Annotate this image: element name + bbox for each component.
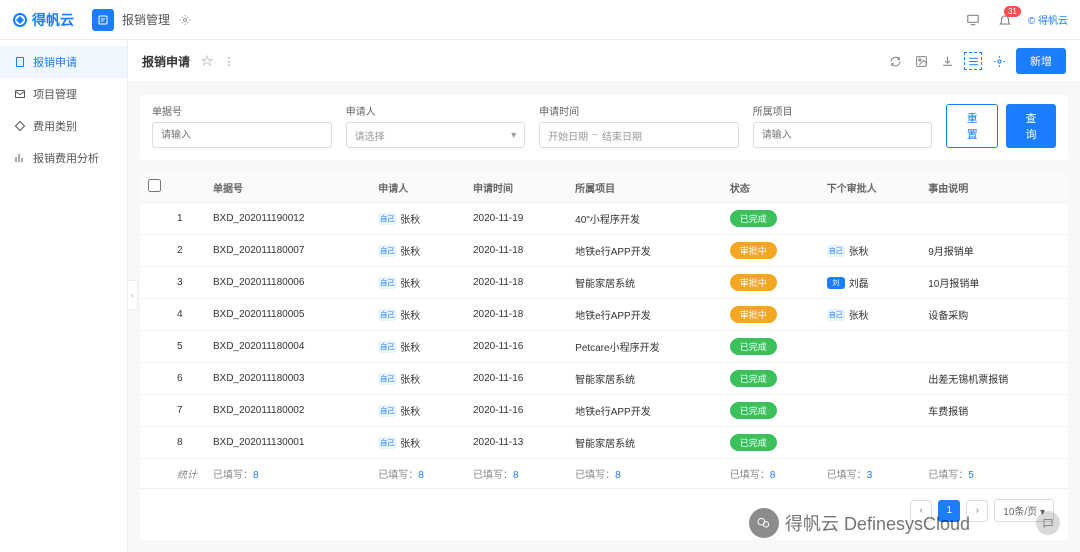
- monitor-icon[interactable]: [964, 11, 982, 29]
- select-all-checkbox[interactable]: [148, 179, 161, 192]
- chat-icon: [1036, 511, 1060, 535]
- refresh-icon[interactable]: [886, 52, 904, 70]
- col-approver[interactable]: 下个审批人: [819, 172, 921, 203]
- table-row[interactable]: 5BXD_202011180004自己 张秋2020-11-16Petcare小…: [140, 331, 1068, 363]
- sidebar: 报销申请 项目管理 费用类别 报销费用分析: [0, 40, 128, 552]
- table-row[interactable]: 4BXD_202011180005自己 张秋2020-11-18地铁e行APP开…: [140, 299, 1068, 331]
- brand-logo[interactable]: 得帆云: [12, 10, 74, 30]
- project-input[interactable]: [753, 122, 933, 148]
- sidebar-item-label: 项目管理: [33, 86, 77, 102]
- app-icon[interactable]: [92, 9, 114, 31]
- table-row[interactable]: 7BXD_202011180002自己 张秋2020-11-16地铁e行APP开…: [140, 395, 1068, 427]
- mail-icon: [14, 88, 27, 101]
- col-project[interactable]: 所属项目: [567, 172, 722, 203]
- new-button[interactable]: 新增: [1016, 48, 1066, 74]
- page-header: 报销申请 ⋮ 新增: [128, 40, 1080, 83]
- gear-icon[interactable]: [176, 11, 194, 29]
- sidebar-item-label: 报销费用分析: [33, 150, 99, 166]
- brand-name: 得帆云: [32, 10, 74, 30]
- sidebar-item-label: 报销申请: [33, 54, 77, 70]
- image-icon[interactable]: [912, 52, 930, 70]
- sidebar-item-analysis[interactable]: 报销费用分析: [0, 142, 127, 174]
- tag-icon: [14, 120, 27, 133]
- chart-icon: [14, 152, 27, 165]
- notif-badge: 31: [1004, 6, 1021, 17]
- file-icon: [14, 56, 27, 69]
- list-view-icon[interactable]: [964, 52, 982, 70]
- watermark: 得帆云 DefinesysCloud: [749, 508, 1060, 538]
- select-placeholder: 请选择: [355, 128, 385, 143]
- search-button[interactable]: 查询: [1006, 104, 1056, 148]
- chevron-down-icon: ▾: [511, 130, 516, 141]
- table-row[interactable]: 2BXD_202011180007自己 张秋2020-11-18地铁e行APP开…: [140, 235, 1068, 267]
- col-date[interactable]: 申请时间: [465, 172, 567, 203]
- table-row[interactable]: 1BXD_202011190012自己 张秋2020-11-1940"小程序开发…: [140, 203, 1068, 235]
- col-status[interactable]: 状态: [722, 172, 819, 203]
- table-row[interactable]: 6BXD_202011180003自己 张秋2020-11-16智能家居系统已完…: [140, 363, 1068, 395]
- page-title: 报销申请: [142, 53, 190, 70]
- col-formno[interactable]: 单据号: [205, 172, 370, 203]
- sidebar-collapse-button[interactable]: ‹: [128, 280, 138, 310]
- sidebar-item-label: 费用类别: [33, 118, 77, 134]
- summary-label: 统计: [169, 459, 205, 489]
- filter-bar: 单据号 申请人 请选择 ▾ 申请时间 开始日期 ~ 结束日期 所属项目: [140, 95, 1068, 160]
- wechat-icon: [749, 508, 779, 538]
- col-reason[interactable]: 事由说明: [920, 172, 1068, 203]
- reset-button[interactable]: 重置: [946, 104, 998, 148]
- date-end: 结束日期: [602, 128, 642, 143]
- filter-label-project: 所属项目: [753, 103, 933, 118]
- form-no-input[interactable]: [152, 122, 332, 148]
- date-range-input[interactable]: 开始日期 ~ 结束日期: [539, 122, 739, 148]
- table-header-row: 单据号 申请人 申请时间 所属项目 状态 下个审批人 事由说明: [140, 172, 1068, 203]
- filter-label-applicant: 申请人: [346, 103, 526, 118]
- summary-row: 统计 已填写：8已填写：8已填写：8已填写：8已填写：8已填写：3已填写：5: [140, 459, 1068, 489]
- top-bar: 得帆云 报销管理 31 © 得帆云: [0, 0, 1080, 40]
- settings-icon[interactable]: [990, 52, 1008, 70]
- sidebar-item-category[interactable]: 费用类别: [0, 110, 127, 142]
- more-icon[interactable]: ⋮: [220, 52, 238, 70]
- watermark-text: 得帆云 DefinesysCloud: [785, 510, 970, 536]
- sidebar-item-project[interactable]: 项目管理: [0, 78, 127, 110]
- date-start: 开始日期: [548, 128, 588, 143]
- data-table: 单据号 申请人 申请时间 所属项目 状态 下个审批人 事由说明 1BXD_202…: [140, 172, 1068, 540]
- table-row[interactable]: 3BXD_202011180006自己 张秋2020-11-18智能家居系统审批…: [140, 267, 1068, 299]
- applicant-select[interactable]: 请选择 ▾: [346, 122, 526, 148]
- star-icon[interactable]: [198, 52, 216, 70]
- sidebar-item-reimburse[interactable]: 报销申请: [0, 46, 127, 78]
- app-name: 报销管理: [122, 11, 170, 28]
- filter-label-applytime: 申请时间: [539, 103, 739, 118]
- bell-icon[interactable]: 31: [996, 11, 1014, 29]
- col-applicant[interactable]: 申请人: [370, 172, 465, 203]
- user-label[interactable]: © 得帆云: [1028, 12, 1068, 27]
- filter-label-formno: 单据号: [152, 103, 332, 118]
- table-row[interactable]: 8BXD_202011130001自己 张秋2020-11-13智能家居系统已完…: [140, 427, 1068, 459]
- export-icon[interactable]: [938, 52, 956, 70]
